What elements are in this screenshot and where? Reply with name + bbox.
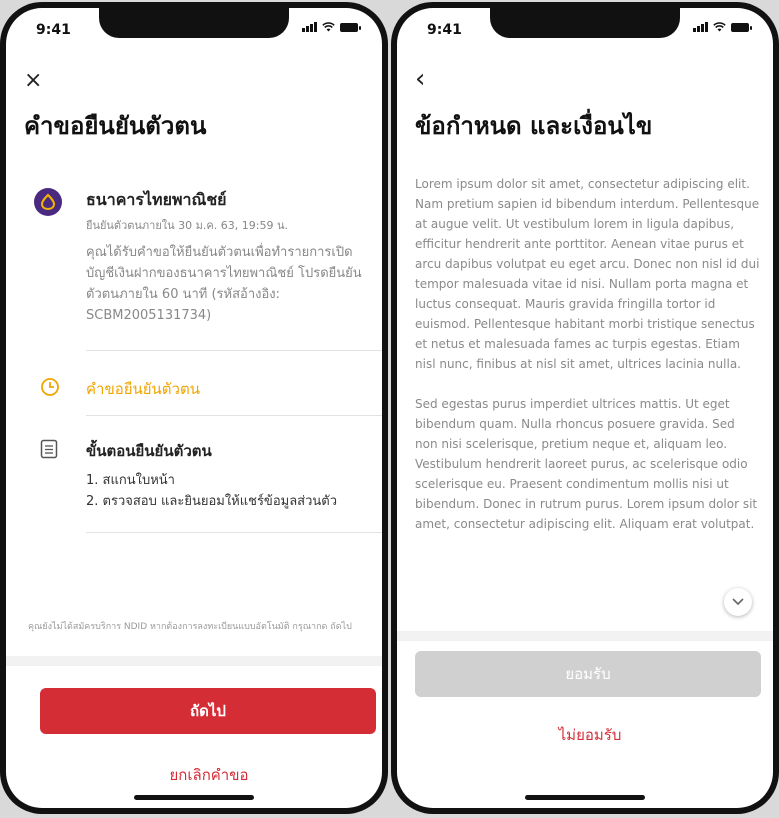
footer-separator — [6, 656, 382, 666]
notch — [99, 8, 289, 38]
terms-paragraph: Sed egestas purus imperdiet ultrices mat… — [415, 397, 758, 531]
divider — [86, 350, 382, 351]
clock-icon — [41, 378, 59, 396]
scroll-down-button[interactable] — [724, 588, 752, 616]
signal-icon — [693, 22, 708, 32]
status-time: 9:41 — [427, 22, 462, 38]
step-item: 2. ตรวจสอบ และยินยอมให้แชร์ข้อมูลส่วนตัว — [86, 494, 338, 509]
close-icon[interactable]: × — [24, 70, 42, 92]
footer-separator — [397, 631, 773, 641]
divider — [86, 532, 382, 533]
home-indicator — [525, 795, 645, 800]
chevron-down-icon — [732, 598, 744, 606]
signal-icon — [302, 22, 317, 32]
wifi-icon — [713, 22, 726, 32]
accept-button[interactable]: ยอมรับ — [415, 651, 761, 697]
phone-frame-left: 9:41 × คำขอยืนยันตัวตน ธนาคารไทยพาณิชย์ … — [0, 2, 388, 814]
battery-icon — [340, 22, 361, 32]
status-time: 9:41 — [36, 22, 71, 38]
terms-paragraph: Lorem ipsum dolor sit amet, consectetur … — [415, 177, 760, 371]
page-title: คำขอยืนยันตัวตน — [24, 112, 207, 140]
status-icons — [302, 22, 361, 32]
phone-frame-right: 9:41 ‹ ข้อกำหนด และเงื่อนไข Lorem ipsum … — [391, 2, 779, 814]
bank-name: ธนาคารไทยพาณิชย์ — [86, 190, 227, 209]
status-icons — [693, 22, 752, 32]
identity-request-link[interactable]: คำขอยืนยันตัวตน — [86, 377, 200, 401]
bank-logo-icon — [34, 188, 62, 216]
request-description: คุณได้รับคำขอให้ยืนยันตัวตนเพื่อทำรายการ… — [86, 245, 362, 323]
next-button[interactable]: ถัดไป — [40, 688, 376, 734]
request-deadline: ยืนยันตัวตนภายใน 30 ม.ค. 63, 19:59 น. — [86, 219, 288, 232]
back-icon[interactable]: ‹ — [415, 66, 425, 92]
step-item: 1. สแกนใบหน้า — [86, 473, 175, 488]
steps-title: ขั้นตอนยืนยันตัวตน — [86, 442, 212, 460]
cancel-request-button[interactable]: ยกเลิกคำขอ — [6, 763, 382, 787]
terms-screen: 9:41 ‹ ข้อกำหนด และเงื่อนไข Lorem ipsum … — [397, 8, 773, 808]
identity-request-screen: 9:41 × คำขอยืนยันตัวตน ธนาคารไทยพาณิชย์ … — [6, 8, 382, 808]
divider — [86, 415, 382, 416]
document-icon — [40, 439, 58, 459]
page-title: ข้อกำหนด และเงื่อนไข — [415, 112, 653, 140]
notch — [490, 8, 680, 38]
decline-button[interactable]: ไม่ยอมรับ — [397, 723, 773, 747]
wifi-icon — [322, 22, 335, 32]
ndid-footnote: คุณยังไม่ได้สมัครบริการ NDID หากต้องการล… — [28, 622, 352, 632]
home-indicator — [134, 795, 254, 800]
terms-body: Lorem ipsum dolor sit amet, consectetur … — [415, 174, 761, 554]
battery-icon — [731, 22, 752, 32]
